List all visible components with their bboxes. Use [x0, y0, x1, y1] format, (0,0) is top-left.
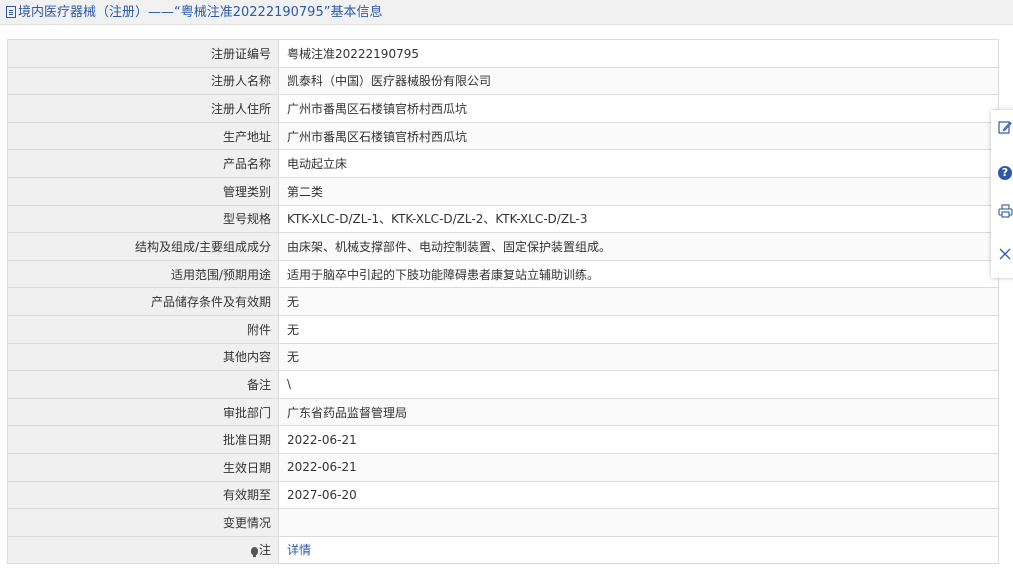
row-label: 注册人名称 [7, 66, 279, 96]
table-row: 注册人名称 凯泰科（中国）医疗器械股份有限公司 [7, 66, 999, 96]
table-row: 附件无 [7, 314, 999, 344]
help-icon[interactable]: ? [994, 160, 1013, 182]
table-row: 生产地址 广州市番禺区石楼镇官桥村西瓜坑 [7, 121, 999, 151]
table-row: 审批部门 广东省药品监督管理局 [7, 397, 999, 427]
document-icon [6, 6, 16, 18]
row-value: 凯泰科（中国）医疗器械股份有限公司 [278, 66, 999, 96]
table-row: 注册人住所 广州市番禺区石楼镇官桥村西瓜坑 [7, 94, 999, 123]
row-value: 2022-06-21 [278, 452, 999, 482]
row-label: 管理类别 [7, 176, 279, 206]
row-label: 注 [7, 535, 279, 565]
table-row: 产品名称 电动起立床 [7, 149, 999, 178]
row-value: 无 [278, 287, 999, 316]
table-row: 生效日期 2022-06-21 [7, 452, 999, 482]
row-label: 生产地址 [7, 121, 279, 151]
row-value: 电动起立床 [278, 149, 999, 178]
row-value: KTK-XLC-D/ZL-1、KTK-XLC-D/ZL-2、KTK-XLC-D/… [278, 204, 999, 234]
table-row: 注册证编号 粤械注准20222190795 [7, 39, 999, 68]
table-row: 管理类别 第二类 [7, 176, 999, 206]
row-label: 审批部门 [7, 397, 279, 427]
row-label: 生效日期 [7, 452, 279, 482]
info-table: 注册证编号 粤械注准20222190795 注册人名称 凯泰科（中国）医疗器械股份有限… [7, 39, 999, 565]
row-value: 2022-06-21 [278, 425, 999, 454]
table-row: 有效期至 2027-06-20 [7, 480, 999, 510]
table-row: 备注 \ [7, 370, 999, 399]
page-header: 境内医疗器械（注册）——“粤械注准20222190795”基本信息 [0, 0, 1013, 25]
row-label: 结构及组成/主要组成成分 [7, 232, 279, 261]
table-row: 批准日期 2022-06-21 [7, 425, 999, 454]
row-label: 产品储存条件及有效期 [7, 287, 279, 316]
close-icon[interactable] [994, 244, 1013, 266]
edit-icon[interactable] [994, 118, 1013, 140]
row-label: 批准日期 [7, 425, 279, 454]
table-row: 型号规格 KTK-XLC-D/ZL-1、KTK-XLC-D/ZL-2、KTK-XL… [7, 204, 999, 234]
row-label: 产品名称 [7, 149, 279, 178]
table-row: 适用范围/预期用途 适用于脑卒中引起的下肢功能障碍患者康复站立辅助训练。 [7, 259, 999, 289]
row-value: 无 [278, 314, 999, 344]
row-label: 注册证编号 [7, 39, 279, 68]
row-label: 注册人住所 [7, 94, 279, 123]
row-label: 附件 [7, 314, 279, 344]
print-icon[interactable] [994, 202, 1013, 224]
row-value: 2027-06-20 [278, 480, 999, 510]
table-row: 变更情况 [7, 508, 999, 537]
page-title: 境内医疗器械（注册）——“粤械注准20222190795”基本信息 [18, 5, 383, 20]
row-value: 无 [278, 342, 999, 372]
details-link[interactable]: 详情 [287, 543, 311, 557]
row-value: 适用于脑卒中引起的下肢功能障碍患者康复站立辅助训练。 [278, 259, 999, 289]
row-value: 粤械注准20222190795 [278, 39, 999, 68]
lightbulb-icon [250, 547, 258, 558]
row-label: 有效期至 [7, 480, 279, 510]
table-row: 产品储存条件及有效期无 [7, 287, 999, 316]
row-value: 广东省药品监督管理局 [278, 397, 999, 427]
row-value: 详情 [278, 535, 999, 565]
row-value: 由床架、机械支撑部件、电动控制装置、固定保护装置组成。 [278, 232, 999, 261]
row-label: 备注 [7, 370, 279, 399]
table-row: 其他内容无 [7, 342, 999, 372]
row-label: 变更情况 [7, 508, 279, 537]
side-toolbar: ? [991, 110, 1013, 278]
row-label: 型号规格 [7, 204, 279, 234]
table-row: 结构及组成/主要组成成分 由床架、机械支撑部件、电动控制装置、固定保护装置组成。 [7, 232, 999, 261]
row-value: 广州市番禺区石楼镇官桥村西瓜坑 [278, 94, 999, 123]
row-label: 适用范围/预期用途 [7, 259, 279, 289]
row-value: 广州市番禺区石楼镇官桥村西瓜坑 [278, 121, 999, 151]
row-value: 第二类 [278, 176, 999, 206]
row-value: \ [278, 370, 999, 399]
row-value [278, 508, 999, 537]
note-row: 注详情 [7, 535, 999, 565]
row-label: 其他内容 [7, 342, 279, 372]
